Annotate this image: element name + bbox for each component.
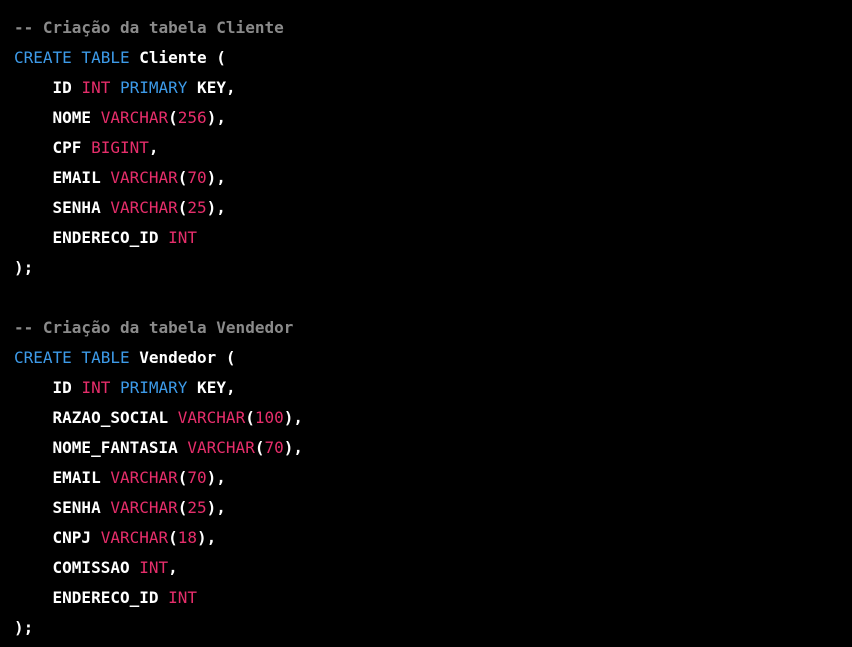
- code-token-type: INT: [81, 78, 111, 97]
- code-token-number: 70: [187, 168, 207, 187]
- code-line: ENDERECO_ID INT: [14, 223, 852, 253]
- code-token-plain: NOME: [14, 108, 101, 127]
- code-token-type: INT: [139, 558, 169, 577]
- code-line: ID INT PRIMARY KEY,: [14, 73, 852, 103]
- code-token-plain: COMISSAO: [14, 558, 140, 577]
- code-token-plain: );: [14, 258, 34, 277]
- code-line: COMISSAO INT,: [14, 553, 852, 583]
- code-token-type: VARCHAR: [110, 168, 178, 187]
- code-token-type: VARCHAR: [177, 408, 246, 427]
- code-token-plain: CNPJ: [14, 528, 101, 547]
- code-token-plain: SENHA: [14, 498, 111, 517]
- code-token-plain: (: [177, 468, 188, 487]
- code-line: SENHA VARCHAR(25),: [14, 493, 852, 523]
- code-token-comment: -- Criação da tabela Cliente: [14, 18, 284, 37]
- code-line: -- Criação da tabela Cliente: [14, 13, 852, 43]
- code-token-plain: KEY,: [187, 78, 236, 97]
- code-token-plain: Vendedor (: [129, 348, 236, 367]
- code-token-plain: ),: [206, 108, 226, 127]
- code-token-plain: NOME_FANTASIA: [14, 438, 188, 457]
- code-line: CPF BIGINT,: [14, 133, 852, 163]
- code-token-number: 18: [177, 528, 198, 547]
- code-token-number: 25: [187, 498, 207, 517]
- code-token-plain: ID: [14, 78, 82, 97]
- code-token-comment: -- Criação da tabela Vendedor: [14, 318, 294, 337]
- sql-code-block[interactable]: -- Criação da tabela Cliente CREATE TABLE…: [0, 0, 852, 647]
- code-token-plain: ),: [206, 498, 226, 517]
- code-token-keyword: CREATE TABLE: [14, 48, 130, 67]
- code-token-number: 25: [187, 198, 207, 217]
- code-token-plain: ),: [283, 438, 303, 457]
- code-token-type: VARCHAR: [100, 108, 169, 127]
- code-token-type: VARCHAR: [110, 468, 178, 487]
- code-line: EMAIL VARCHAR(70),: [14, 163, 852, 193]
- code-token-plain: ),: [206, 468, 226, 487]
- code-token-type: INT: [81, 378, 111, 397]
- code-token-plain: (: [245, 408, 255, 427]
- code-token-type: VARCHAR: [110, 198, 178, 217]
- code-line: -- Criação da tabela Vendedor: [14, 313, 852, 343]
- code-token-plain: (: [177, 498, 188, 517]
- code-token-plain: SENHA: [14, 198, 111, 217]
- code-token-plain: KEY,: [187, 378, 236, 397]
- code-token-plain: CPF: [14, 138, 92, 157]
- code-token-plain: ,: [148, 138, 159, 157]
- code-token-plain: (: [177, 198, 188, 217]
- code-token-type: VARCHAR: [100, 528, 169, 547]
- code-line: CNPJ VARCHAR(18),: [14, 523, 852, 553]
- code-token-type: INT: [168, 228, 198, 247]
- code-token-plain: ),: [206, 198, 226, 217]
- code-token-keyword: PRIMARY: [119, 378, 188, 397]
- code-line: CREATE TABLE Vendedor (: [14, 343, 852, 373]
- code-token-plain: ENDERECO_ID: [14, 588, 169, 607]
- code-token-type: BIGINT: [91, 138, 149, 157]
- code-line: EMAIL VARCHAR(70),: [14, 463, 852, 493]
- code-token-plain: ENDERECO_ID: [14, 228, 169, 247]
- code-token-number: 70: [264, 438, 284, 457]
- code-line: NOME_FANTASIA VARCHAR(70),: [14, 433, 852, 463]
- code-token-keyword: CREATE TABLE: [14, 348, 130, 367]
- code-token-number: 256: [177, 108, 207, 127]
- code-token-plain: (: [168, 528, 178, 547]
- code-token-plain: (: [168, 108, 178, 127]
- code-token-plain: );: [14, 618, 34, 637]
- code-token-plain: Cliente (: [129, 48, 226, 67]
- code-token-plain: ),: [206, 168, 226, 187]
- code-line: ENDERECO_ID INT: [14, 583, 852, 613]
- code-line: RAZAO_SOCIAL VARCHAR(100),: [14, 403, 852, 433]
- code-line: CREATE TABLE Cliente (: [14, 43, 852, 73]
- code-token-number: 100: [254, 408, 284, 427]
- code-token-plain: ID: [14, 378, 82, 397]
- code-line: NOME VARCHAR(256),: [14, 103, 852, 133]
- code-line: ID INT PRIMARY KEY,: [14, 373, 852, 403]
- code-token-plain: (: [177, 168, 188, 187]
- code-token-plain: ),: [283, 408, 304, 427]
- code-token-keyword: PRIMARY: [119, 78, 188, 97]
- code-line: );: [14, 253, 852, 283]
- code-token-plain: EMAIL: [14, 168, 111, 187]
- code-token-plain: EMAIL: [14, 468, 111, 487]
- code-token-type: VARCHAR: [187, 438, 255, 457]
- code-token-plain: RAZAO_SOCIAL: [14, 408, 178, 427]
- code-token-type: INT: [168, 588, 198, 607]
- code-line: );: [14, 613, 852, 643]
- code-token-type: VARCHAR: [110, 498, 178, 517]
- code-line: SENHA VARCHAR(25),: [14, 193, 852, 223]
- code-token-number: 70: [187, 468, 207, 487]
- code-token-plain: ),: [197, 528, 217, 547]
- code-token-plain: ,: [168, 558, 178, 577]
